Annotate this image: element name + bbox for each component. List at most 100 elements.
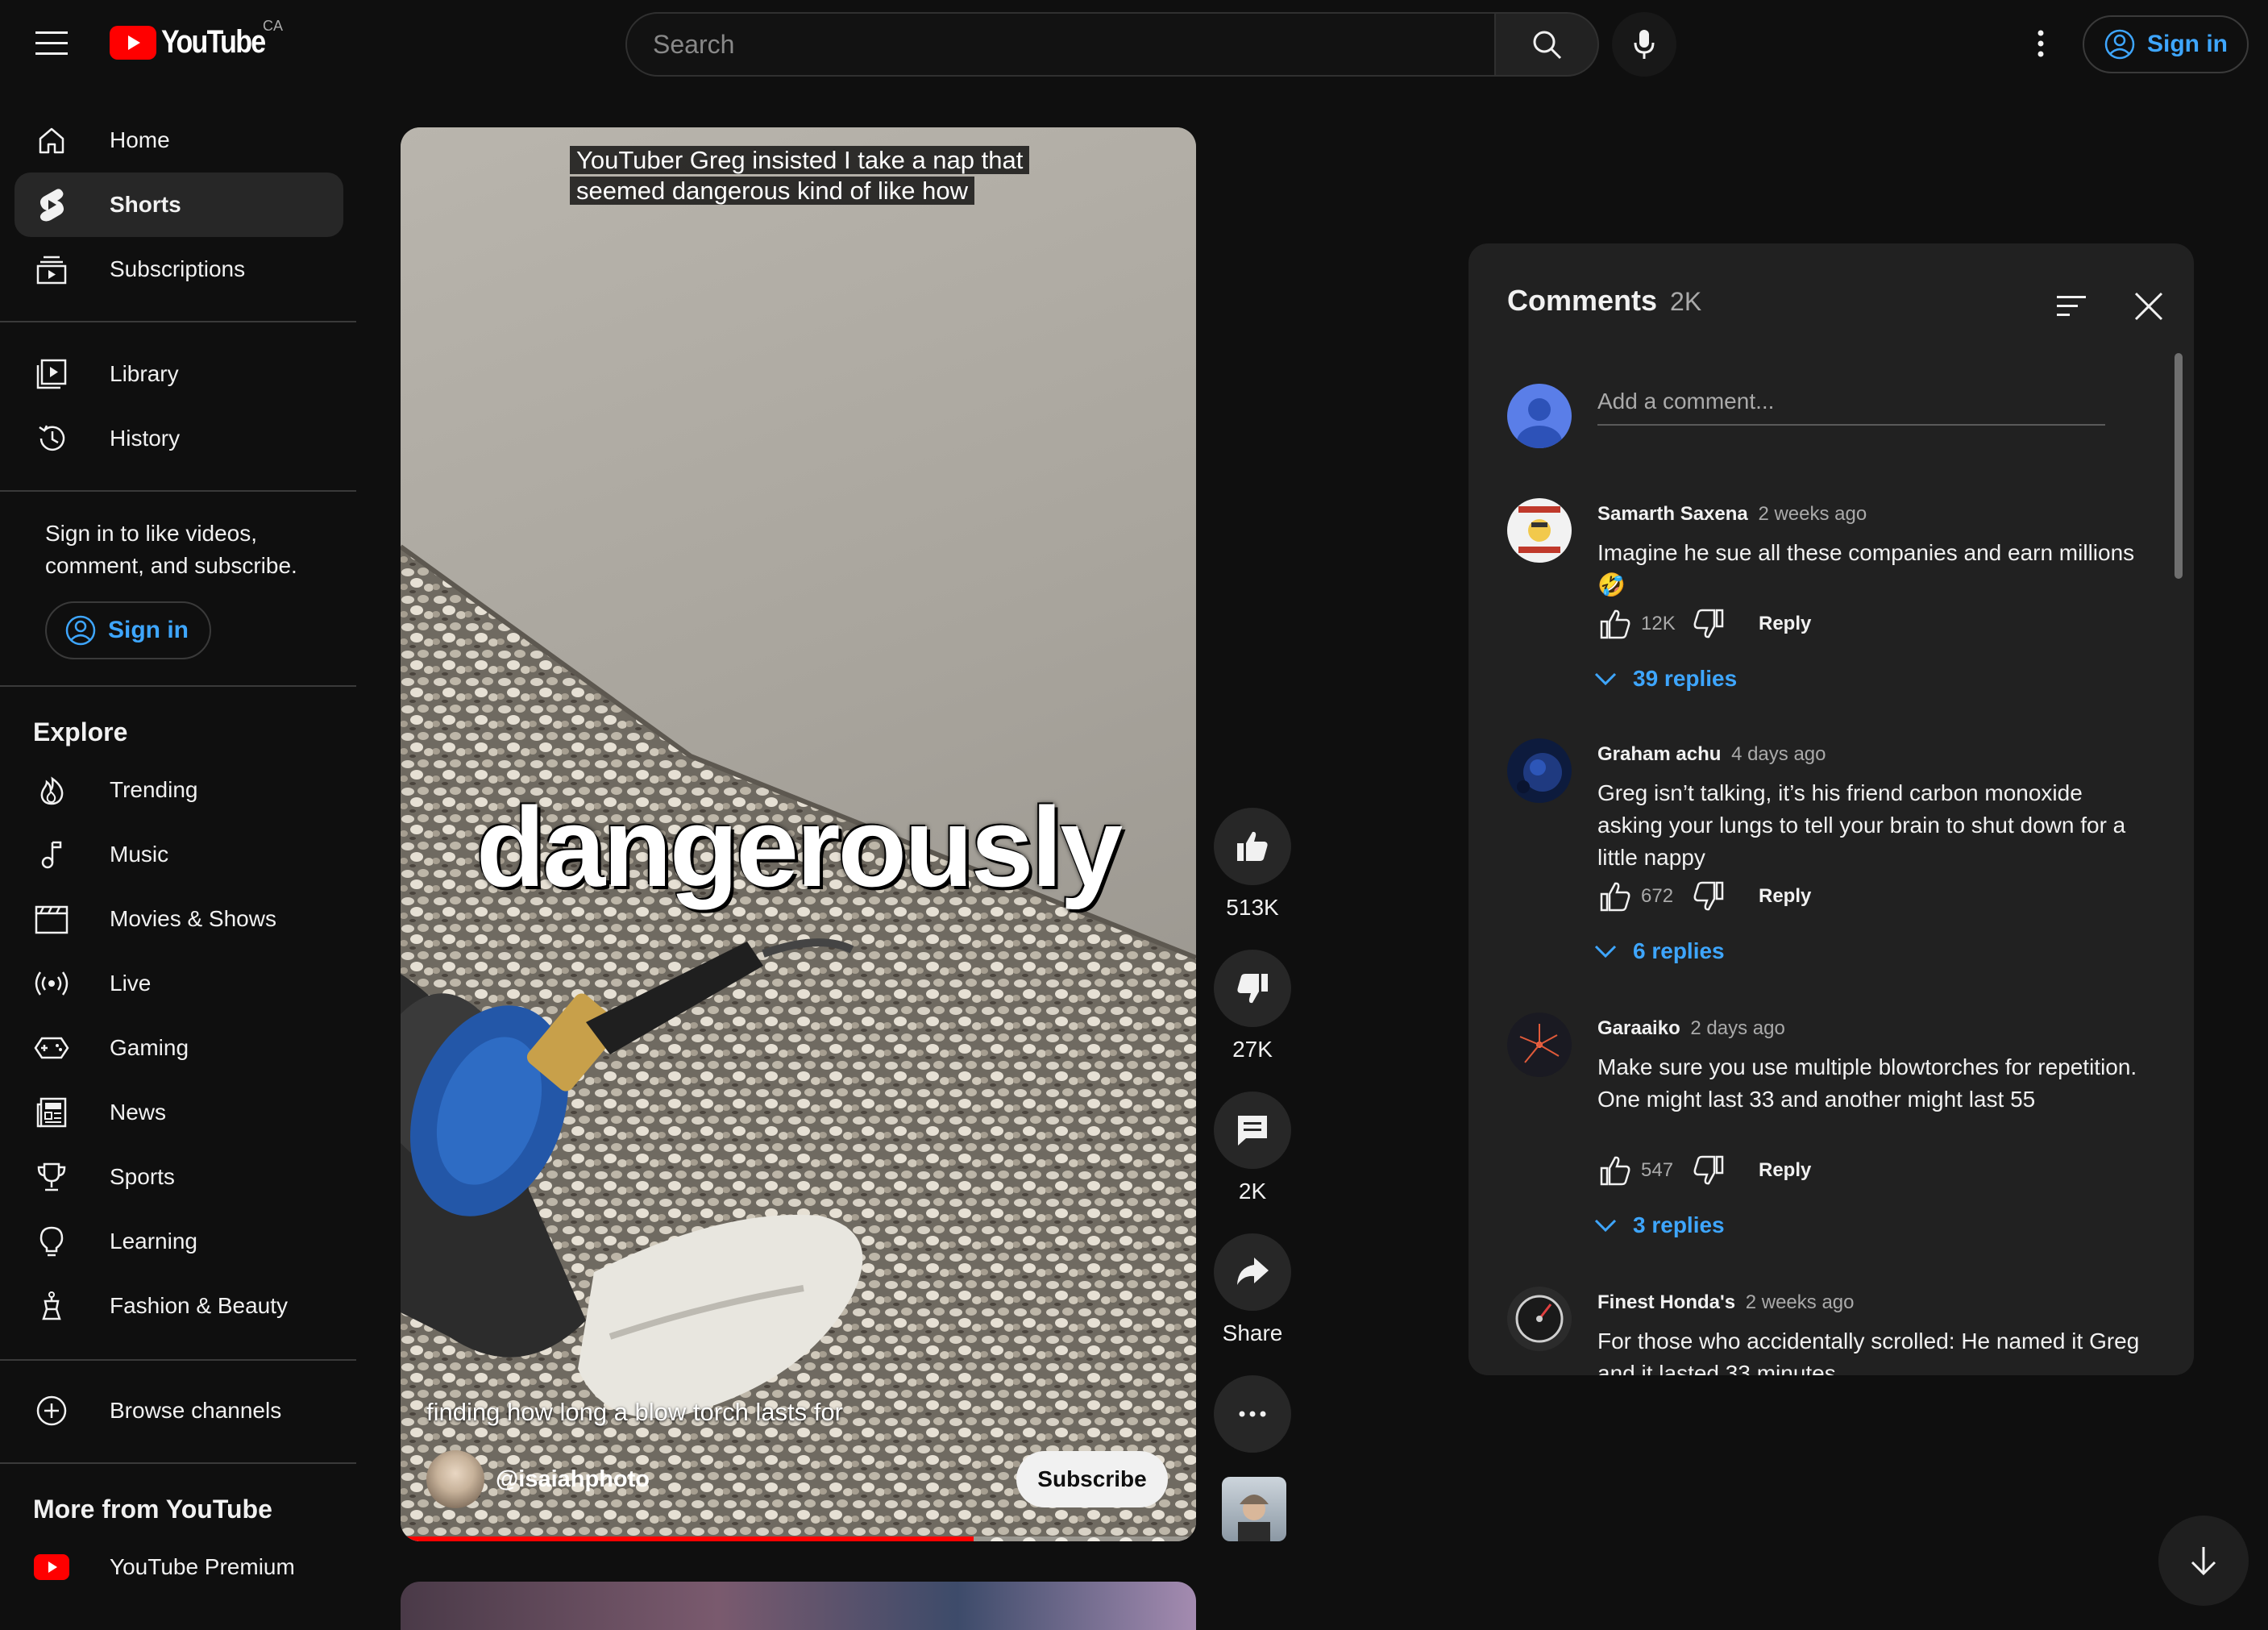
youtube-play-icon [110, 25, 156, 60]
comments-title: Comments [1507, 284, 1658, 317]
sidebar-item-label: Library [110, 361, 179, 386]
view-replies-button[interactable]: 39 replies [1594, 656, 1737, 701]
sidebar-item-movies-shows[interactable]: Movies & Shows [15, 887, 343, 951]
comments-scrollbar[interactable] [2175, 353, 2183, 579]
comment-time[interactable]: 4 days ago [1731, 743, 1826, 765]
channel-avatar[interactable] [426, 1450, 484, 1508]
sidebar-item-youtube-premium[interactable]: YouTube Premium [15, 1535, 343, 1599]
sound-thumbnail[interactable] [1222, 1477, 1286, 1541]
comment-author[interactable]: Graham achu [1597, 743, 1721, 765]
menu-icon[interactable] [24, 18, 79, 69]
thumbs-up-icon [1237, 831, 1268, 861]
sidebar-item-subscriptions[interactable]: Subscriptions [15, 237, 343, 301]
channel-name[interactable]: @isaiahphoto [496, 1466, 650, 1493]
sidebar-item-label: History [110, 426, 181, 451]
dislike-button[interactable] [1214, 950, 1291, 1027]
arrow-down-icon [2191, 1547, 2216, 1576]
sidebar-divider [0, 685, 356, 687]
add-comment-input[interactable]: Add a comment... [1597, 382, 2105, 426]
comment-time[interactable]: 2 days ago [1690, 1017, 1784, 1039]
comment-reply-button[interactable]: Reply [1759, 1159, 1811, 1182]
microphone-icon [1634, 30, 1655, 59]
shorts-icon [34, 187, 69, 222]
sidebar-item-label: Browse channels [110, 1398, 282, 1423]
learning-icon [34, 1224, 69, 1259]
comment-like-button[interactable] [1594, 875, 1636, 917]
comment-dislike-button[interactable] [1688, 603, 1730, 645]
sidebar-item-browse-channels[interactable]: Browse channels [15, 1378, 343, 1443]
sort-comments-button[interactable] [2049, 284, 2094, 329]
more-action [1214, 1375, 1291, 1453]
next-video-button[interactable] [2158, 1516, 2249, 1606]
sidebar-item-music[interactable]: Music [15, 822, 343, 887]
comment-text: For those who accidentally scrolled: He … [1597, 1329, 2140, 1375]
sidebar-item-history[interactable]: History [15, 406, 343, 471]
short-video-player[interactable]: YouTuber Greg insisted I take a nap that… [401, 127, 1196, 1541]
comment-actions: 12K Reply [1594, 601, 1811, 647]
sidebar-item-learning[interactable]: Learning [15, 1209, 343, 1274]
close-icon [2134, 292, 2163, 321]
replies-count: 6 replies [1633, 938, 1725, 963]
sidebar-item-trending[interactable]: Trending [15, 758, 343, 822]
share-button[interactable] [1214, 1233, 1291, 1311]
sidebar-item-sports[interactable]: Sports [15, 1145, 343, 1209]
sidebar-item-home[interactable]: Home [15, 108, 343, 173]
video-description[interactable]: finding how long a blow torch lasts for [426, 1398, 843, 1427]
more-options-button[interactable] [1214, 1375, 1291, 1453]
sidebar-sign-in-button[interactable]: Sign in [45, 601, 211, 659]
comment-like-count: 672 [1641, 885, 1674, 907]
subscribe-button[interactable]: Subscribe [1016, 1451, 1168, 1507]
user-avatar [1507, 384, 1572, 448]
top-bar: YouTube CA Sign in [0, 0, 2268, 89]
commenter-avatar[interactable] [1507, 738, 1572, 803]
library-icon [34, 356, 69, 392]
comment-text: Make sure you use multiple blowtorches f… [1597, 1054, 2137, 1112]
search-input[interactable] [653, 29, 1494, 60]
close-comments-button[interactable] [2126, 284, 2171, 329]
video-progress-fill [401, 1536, 974, 1541]
comments-button[interactable] [1214, 1092, 1291, 1169]
comment-dislike-button[interactable] [1688, 875, 1730, 917]
gaming-icon [34, 1030, 69, 1066]
replies-count: 39 replies [1633, 666, 1738, 691]
comment-time[interactable]: 2 weeks ago [1758, 503, 1867, 525]
comment-like-button[interactable] [1594, 603, 1636, 645]
comment-reply-button[interactable]: Reply [1759, 613, 1811, 635]
sidebar-item-gaming[interactable]: Gaming [15, 1016, 343, 1080]
voice-search-button[interactable] [1612, 12, 1676, 77]
next-short-preview[interactable] [401, 1582, 1196, 1630]
comment-time[interactable]: 2 weeks ago [1746, 1291, 1855, 1313]
sidebar-item-library[interactable]: Library [15, 342, 343, 406]
sign-in-button[interactable]: Sign in [2083, 15, 2249, 73]
comments-header: Comments 2K [1507, 284, 1701, 318]
video-progress-bar[interactable] [401, 1536, 1196, 1541]
commenter-avatar[interactable] [1507, 1287, 1572, 1351]
comment-meta: Garaaiko 2 days ago [1597, 1017, 1785, 1040]
youtube-logo[interactable]: YouTube CA [110, 18, 283, 60]
commenter-avatar[interactable] [1507, 498, 1572, 563]
comment-dislike-button[interactable] [1688, 1150, 1730, 1191]
view-replies-button[interactable]: 6 replies [1594, 929, 1725, 974]
comment-like-button[interactable] [1594, 1150, 1636, 1191]
dislike-action: 27K [1214, 950, 1291, 1062]
search-button[interactable] [1496, 12, 1599, 77]
settings-menu-button[interactable] [2015, 18, 2067, 69]
comment-author[interactable]: Finest Honda's [1597, 1291, 1735, 1313]
comment-author[interactable]: Garaaiko [1597, 1017, 1680, 1039]
sidebar-item-shorts[interactable]: Shorts [15, 173, 343, 237]
comment-author[interactable]: Samarth Saxena [1597, 503, 1748, 525]
view-replies-button[interactable]: 3 replies [1594, 1203, 1725, 1248]
sidebar-item-label: Music [110, 842, 169, 867]
sidebar-item-news[interactable]: News [15, 1080, 343, 1145]
search-icon [1533, 31, 1562, 60]
commenter-avatar[interactable] [1507, 1013, 1572, 1077]
share-label: Share [1222, 1320, 1283, 1345]
share-icon [1237, 1258, 1269, 1285]
comments-count: 2K [1670, 287, 1702, 316]
like-button[interactable] [1214, 808, 1291, 885]
comment-actions: 672 Reply [1594, 874, 1811, 919]
sidebar-item-live[interactable]: Live [15, 951, 343, 1016]
sidebar-item-label: Gaming [110, 1035, 189, 1060]
comment-reply-button[interactable]: Reply [1759, 885, 1811, 908]
sidebar-item-fashion-beauty[interactable]: Fashion & Beauty [15, 1274, 343, 1338]
